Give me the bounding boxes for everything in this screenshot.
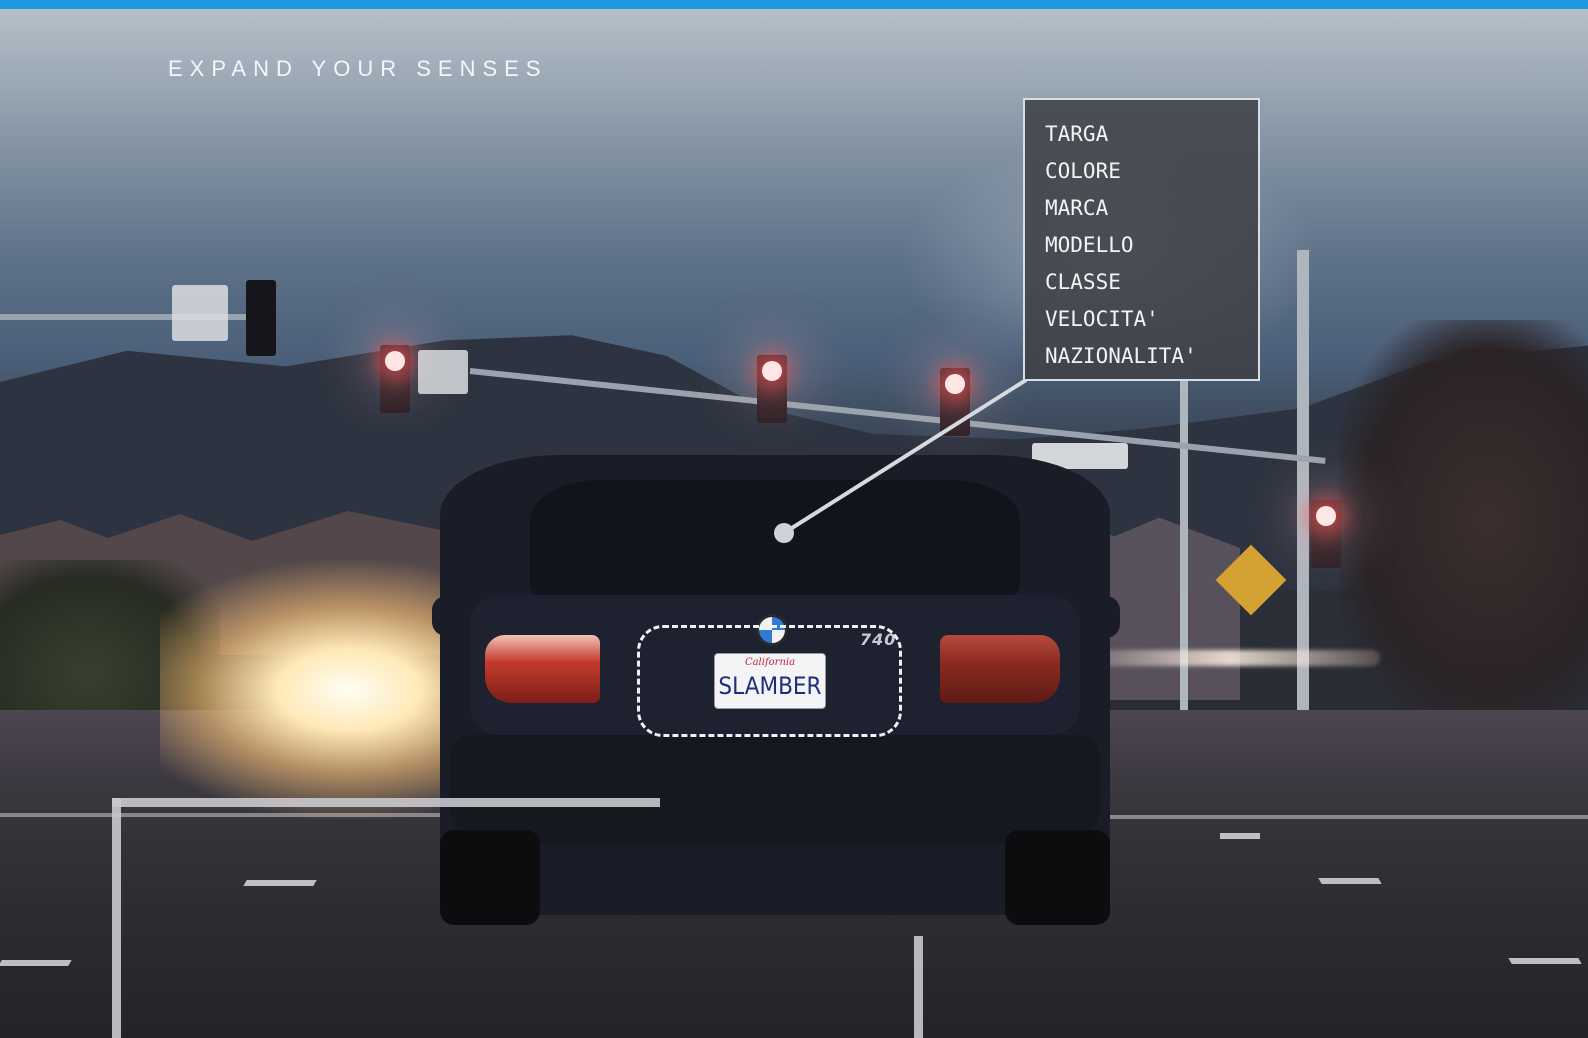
attribute-list: TARGA COLORE MARCA MODELLO CLASSE VELOCI… [1045, 116, 1258, 375]
traffic-light [757, 355, 787, 423]
attribute-item: COLORE [1045, 159, 1121, 183]
lane-marking [243, 880, 317, 886]
car-bumper [450, 735, 1100, 845]
attribute-item: MARCA [1045, 196, 1109, 220]
lane-marking [1508, 958, 1582, 964]
attribute-item: TARGA [1045, 122, 1109, 146]
lane-marking [0, 960, 72, 966]
vertical-tick [914, 936, 923, 1038]
lane-marking [1318, 878, 1382, 884]
attribute-item: VELOCITA' [1045, 307, 1159, 331]
traffic-light [940, 368, 970, 436]
attribute-item: CLASSE [1045, 270, 1121, 294]
corner-bracket-left [112, 798, 121, 1038]
tail-light-left [485, 635, 600, 703]
lane-marking [1220, 833, 1260, 839]
traffic-light [1311, 500, 1341, 568]
street-sign [172, 285, 228, 341]
car-rear-window [530, 480, 1020, 595]
plate-detection-frame [637, 625, 902, 737]
lane-marking [1110, 815, 1588, 819]
attribute-item: NAZIONALITA' [1045, 344, 1197, 368]
hero-headline: EXPAND YOUR SENSES [168, 56, 548, 81]
tire-right [1005, 830, 1110, 925]
signal-arm-left [0, 314, 270, 320]
tire-left [440, 830, 540, 925]
hero-banner: 740 California SLAMBER EXPAND YOUR SENSE… [0, 0, 1588, 1038]
attribute-item: MODELLO [1045, 233, 1134, 257]
tail-light-right [940, 635, 1060, 703]
street-sign [418, 350, 468, 394]
top-accent-bar [0, 0, 1588, 9]
corner-bracket-top [112, 798, 660, 807]
detection-attributes-panel: TARGA COLORE MARCA MODELLO CLASSE VELOCI… [1023, 98, 1260, 381]
light-streak [1080, 650, 1380, 666]
traffic-light [380, 345, 410, 413]
traffic-light-dark [246, 280, 276, 356]
traffic-pole [1297, 250, 1309, 710]
